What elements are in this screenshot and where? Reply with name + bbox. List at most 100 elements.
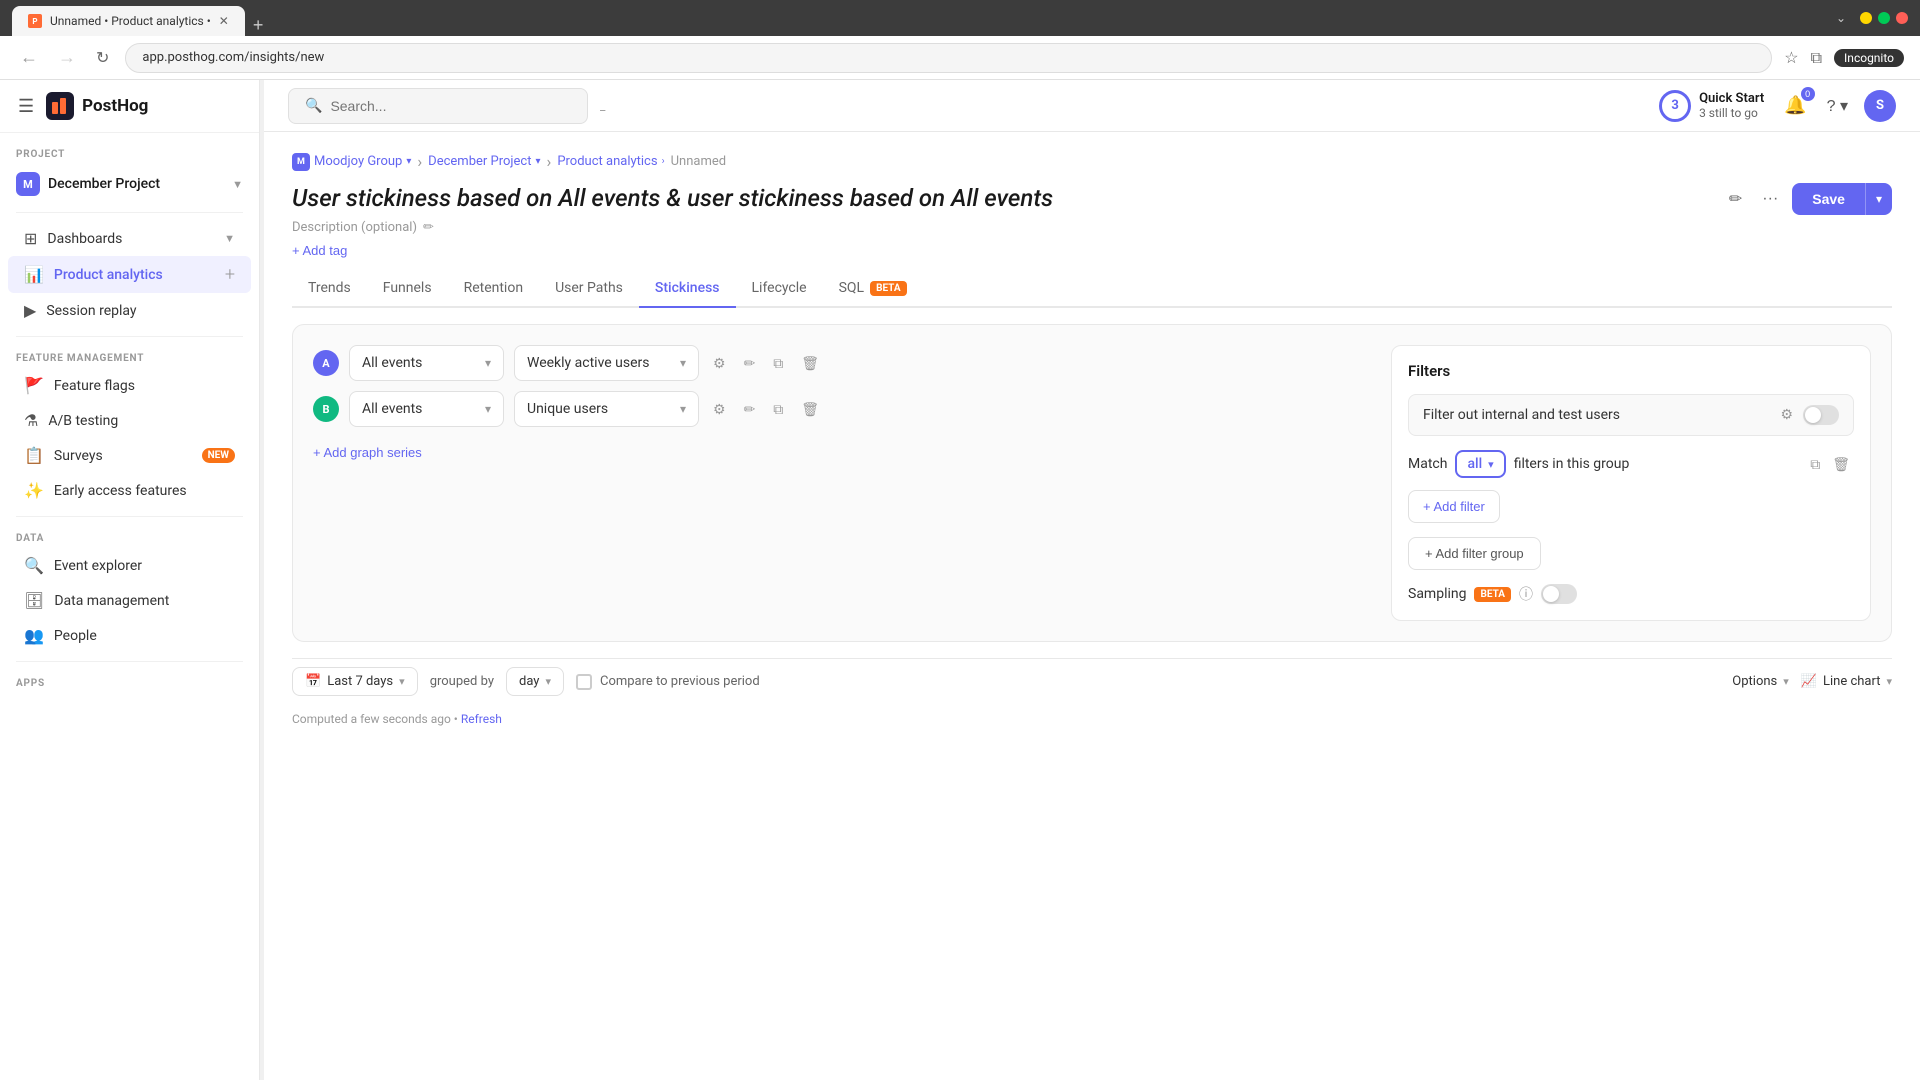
tab-funnels[interactable]: Funnels (367, 270, 448, 308)
sidebar-item-data-management[interactable]: 🗄 Data management (8, 583, 251, 618)
sidebar-item-feature-flags[interactable]: 🚩 Feature flags (8, 368, 251, 403)
computed-text: Computed a few seconds ago • (292, 712, 458, 726)
maximize-button[interactable] (1878, 12, 1890, 24)
copy-filter-group-button[interactable]: ⧉ (1806, 452, 1824, 477)
browser-tabs: P Unnamed • Product analytics • ✕ + (12, 0, 1828, 36)
chart-type-button[interactable]: 📈 Line chart ▾ (1801, 674, 1892, 689)
tab-user-paths[interactable]: User Paths (539, 270, 639, 308)
hamburger-button[interactable]: ☰ (16, 94, 36, 119)
active-tab[interactable]: P Unnamed • Product analytics • ✕ (12, 6, 245, 36)
sidebar-item-ab-testing[interactable]: ⚗ A/B testing (8, 403, 251, 438)
sidebar-item-surveys[interactable]: 📋 Surveys NEW (8, 438, 251, 473)
filters-panel: Filters Filter out internal and test use… (1391, 345, 1871, 621)
ab-testing-icon: ⚗ (24, 411, 38, 430)
save-dropdown-button[interactable]: ▾ (1865, 183, 1892, 215)
user-avatar[interactable]: S (1864, 90, 1896, 122)
query-filters-layout: A All events ▾ Weekly active users ▾ ⚙ ✏ (313, 345, 1871, 621)
sidebar-item-event-explorer[interactable]: 🔍 Event explorer (8, 548, 251, 583)
series-b-event-arrow: ▾ (485, 402, 491, 416)
series-b-metric-dropdown[interactable]: Unique users ▾ (514, 391, 699, 427)
options-button[interactable]: Options ▾ (1732, 674, 1789, 689)
series-b-filter-button[interactable]: ⚙ (709, 397, 730, 422)
series-row-b: B All events ▾ Unique users ▾ ⚙ ✏ (313, 391, 1375, 427)
filter-toggle[interactable] (1803, 405, 1839, 425)
refresh-link[interactable]: Refresh (461, 712, 502, 726)
help-button[interactable]: ? ▾ (1827, 96, 1848, 116)
add-tag-button[interactable]: + Add tag (292, 243, 347, 258)
logo-icon (46, 92, 74, 120)
project-dropdown-arrow: ▼ (232, 178, 243, 191)
product-analytics-add-icon[interactable]: + (225, 264, 235, 285)
bookmark-icon[interactable]: ☆ (1784, 48, 1798, 67)
breadcrumb-sep-2: › (547, 152, 552, 171)
refresh-browser-button[interactable]: ↻ (92, 44, 113, 72)
data-section: DATA 🔍 Event explorer 🗄 Data management … (0, 517, 259, 661)
sidebar-header: ☰ PostHog (0, 80, 259, 133)
tab-close-icon[interactable]: ✕ (219, 14, 229, 28)
day-dropdown[interactable]: day ▾ (506, 667, 564, 696)
delete-filter-group-button[interactable]: 🗑 (1828, 452, 1854, 477)
new-tab-button[interactable]: + (245, 15, 272, 36)
sampling-toggle[interactable] (1541, 584, 1577, 604)
tab-sql[interactable]: SQL BETA (823, 270, 923, 308)
series-a-metric-dropdown[interactable]: Weekly active users ▾ (514, 345, 699, 381)
tab-trends[interactable]: Trends (292, 270, 367, 308)
breadcrumb-item-december[interactable]: December Project ▾ (428, 154, 540, 169)
tab-stickiness[interactable]: Stickiness (639, 270, 736, 308)
series-b-copy-button[interactable]: ⧉ (769, 397, 787, 422)
sidebar-item-dashboards[interactable]: ⊞ Dashboards ▼ (8, 221, 251, 256)
series-a-copy-button[interactable]: ⧉ (769, 351, 787, 376)
series-a-filter-button[interactable]: ⚙ (709, 351, 730, 376)
compare-checkbox[interactable] (576, 674, 592, 690)
search-input[interactable] (330, 98, 571, 114)
add-series-button[interactable]: + Add graph series (313, 441, 422, 464)
search-box[interactable]: 🔍 (288, 88, 588, 124)
product-analytics-icon: 📊 (24, 265, 44, 284)
window-dropdown-icon[interactable]: ⌄ (1836, 11, 1846, 25)
project-row[interactable]: M December Project ▼ (0, 164, 259, 204)
series-a-event-dropdown[interactable]: All events ▾ (349, 345, 504, 381)
breadcrumb-item-moodjoy[interactable]: M Moodjoy Group ▾ (292, 153, 411, 171)
sidebar-item-early-access[interactable]: ✨ Early access features (8, 473, 251, 508)
series-b-delete-button[interactable]: 🗑 (797, 397, 823, 422)
sidebar-item-session-replay[interactable]: ▶ Session replay (8, 293, 251, 328)
december-arrow: ▾ (535, 156, 540, 167)
sidebar-item-people[interactable]: 👥 People (8, 618, 251, 653)
line-chart-icon: 📈 (1801, 674, 1817, 689)
url-bar[interactable]: app.posthog.com/insights/new (125, 43, 1772, 73)
search-shortcut: _ (600, 99, 605, 113)
tab-retention[interactable]: Retention (448, 270, 540, 308)
sampling-info-icon[interactable]: ⓘ (1519, 584, 1533, 604)
sidebar-item-product-analytics[interactable]: 📊 Product analytics + (8, 256, 251, 293)
early-access-icon: ✨ (24, 481, 44, 500)
date-range-button[interactable]: 📅 Last 7 days ▾ (292, 667, 418, 696)
extension-icon[interactable]: ⧉ (1811, 48, 1822, 68)
sidebar: ☰ PostHog PROJECT M December Project ▼ (0, 80, 260, 1080)
moodjoy-avatar: M (292, 153, 310, 171)
forward-button[interactable]: → (54, 43, 80, 72)
save-button[interactable]: Save (1792, 183, 1865, 215)
more-options-button[interactable]: ··· (1756, 184, 1784, 214)
series-b-event-dropdown[interactable]: All events ▾ (349, 391, 504, 427)
back-button[interactable]: ← (16, 43, 42, 72)
notifications-button[interactable]: 🔔 0 (1780, 91, 1810, 120)
close-button[interactable] (1896, 12, 1908, 24)
series-a-delete-button[interactable]: 🗑 (797, 351, 823, 376)
gear-icon-filter[interactable]: ⚙ (1780, 407, 1793, 423)
minimize-button[interactable] (1860, 12, 1872, 24)
add-filter-group-button[interactable]: + Add filter group (1408, 537, 1541, 570)
insight-description[interactable]: Description (optional) ✏ (292, 220, 1703, 235)
tab-lifecycle[interactable]: Lifecycle (736, 270, 823, 308)
series-b-edit-button[interactable]: ✏ (740, 397, 760, 422)
feature-flags-label: Feature flags (54, 378, 235, 394)
match-dropdown[interactable]: all ▾ (1455, 450, 1505, 478)
incognito-badge: Incognito (1834, 49, 1904, 67)
breadcrumb-item-product-analytics[interactable]: Product analytics › (557, 154, 664, 169)
edit-icon-button[interactable]: ✏ (1723, 183, 1748, 215)
match-actions: ⧉ 🗑 (1806, 452, 1854, 477)
options-label: Options (1732, 674, 1777, 689)
quick-start[interactable]: 3 Quick Start 3 still to go (1659, 90, 1764, 122)
series-a-edit-button[interactable]: ✏ (740, 351, 760, 376)
section-label-project: PROJECT (0, 141, 259, 164)
add-filter-button[interactable]: + Add filter (1408, 490, 1500, 523)
